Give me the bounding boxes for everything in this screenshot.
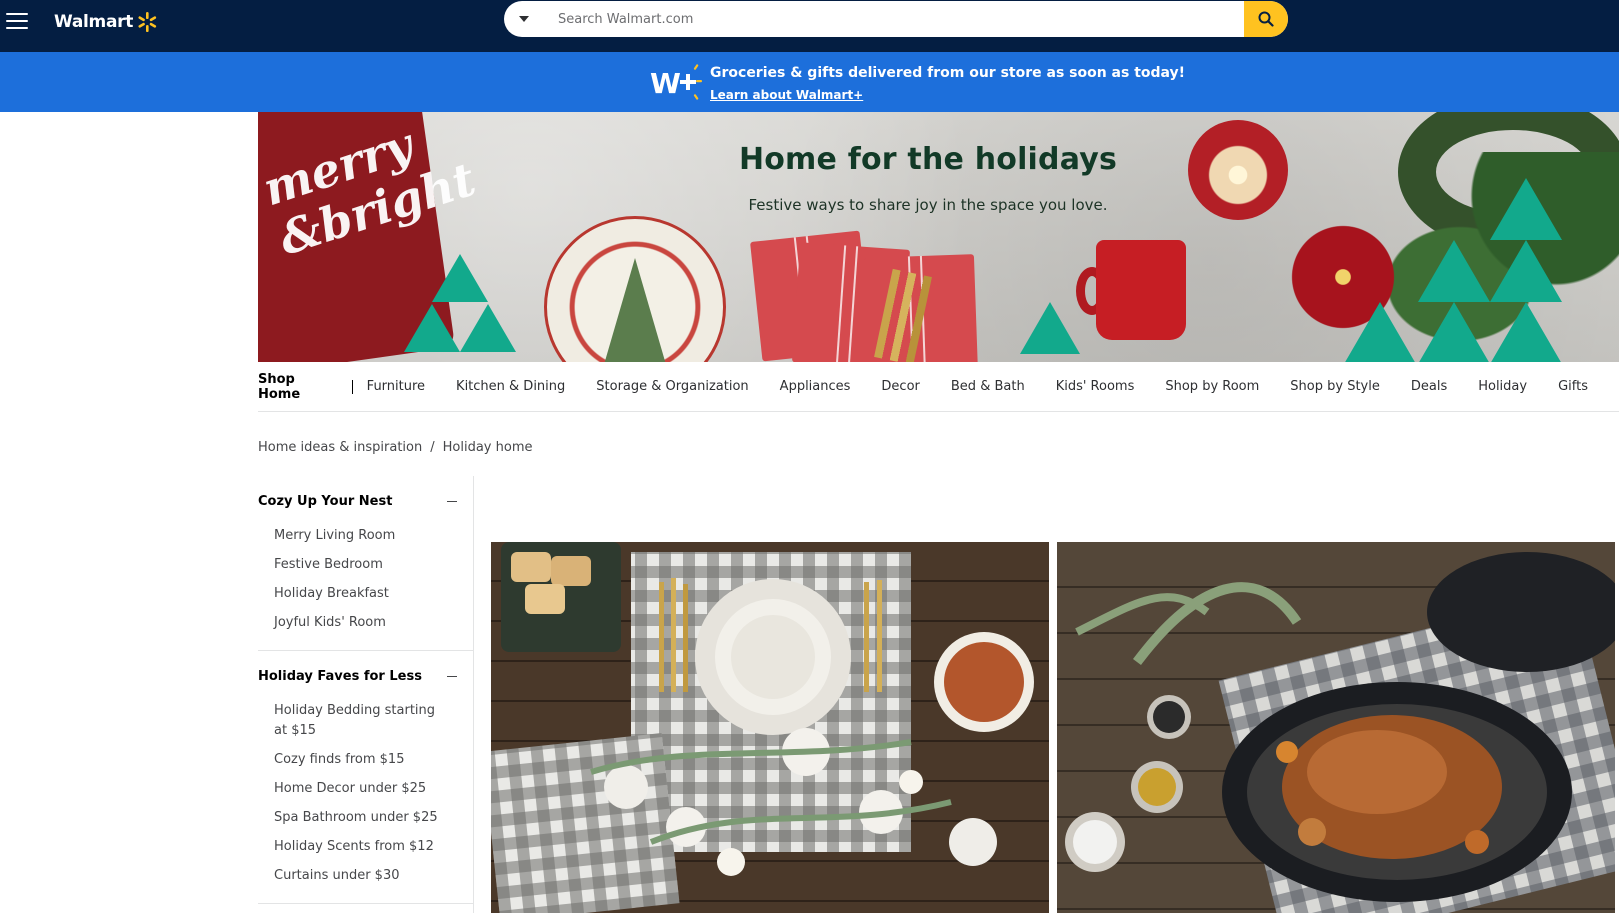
table-setting-illustration <box>491 542 1049 913</box>
section-title: Cozy Up Your Nest <box>258 493 393 509</box>
walmart-plus-banner: W Groceries & gifts delivered from our s… <box>0 52 1619 112</box>
teal-triangle-decoration <box>1490 302 1562 362</box>
search-icon <box>1258 11 1274 27</box>
nav-shop-home[interactable]: Shop Home <box>258 372 338 402</box>
sidebar-link-home-decor[interactable]: Home Decor under $25 <box>274 779 473 799</box>
menu-icon[interactable] <box>6 10 28 32</box>
teal-triangle-decoration <box>1344 302 1416 362</box>
nav-divider <box>351 379 353 394</box>
category-nav: Shop Home Furniture Kitchen & Dining Sto… <box>258 362 1619 412</box>
nav-item-shop-by-room[interactable]: Shop by Room <box>1165 379 1259 394</box>
nav-item-decor[interactable]: Decor <box>881 379 919 394</box>
candle-image <box>1188 120 1288 220</box>
nav-item-kids-rooms[interactable]: Kids' Rooms <box>1056 379 1135 394</box>
breadcrumb-home-ideas[interactable]: Home ideas & inspiration <box>258 440 422 455</box>
teal-triangle-decoration <box>1418 302 1490 362</box>
nav-item-gifts[interactable]: Gifts <box>1558 379 1588 394</box>
nav-item-holiday[interactable]: Holiday <box>1478 379 1527 394</box>
search-input[interactable] <box>544 1 1244 37</box>
teal-triangle-decoration <box>1490 178 1562 240</box>
napkins-image <box>716 230 979 362</box>
mug-image <box>1096 240 1186 340</box>
collapse-icon[interactable] <box>447 675 457 677</box>
teal-triangle-decoration <box>460 304 516 352</box>
sidebar: Cozy Up Your Nest Merry Living Room Fest… <box>258 476 474 913</box>
nav-item-storage-organization[interactable]: Storage & Organization <box>596 379 748 394</box>
section-list: Holiday Bedding starting at $15 Cozy fin… <box>258 701 473 904</box>
sidebar-link-festive-bedroom[interactable]: Festive Bedroom <box>274 555 473 575</box>
breadcrumb-separator: / <box>430 440 435 455</box>
nav-item-furniture[interactable]: Furniture <box>367 379 425 394</box>
sidebar-link-merry-living-room[interactable]: Merry Living Room <box>274 526 473 546</box>
department-dropdown[interactable] <box>504 1 544 37</box>
hero-subtitle: Festive ways to share joy in the space y… <box>748 196 1108 214</box>
roast-turkey-illustration <box>1057 542 1615 913</box>
sidebar-link-joyful-kids-room[interactable]: Joyful Kids' Room <box>274 613 473 633</box>
svg-text:W: W <box>650 67 681 100</box>
teal-triangle-decoration <box>1020 302 1080 354</box>
walmart-logo[interactable]: Walmart <box>54 11 158 33</box>
sidebar-link-holiday-bedding[interactable]: Holiday Bedding starting at $15 <box>274 701 473 741</box>
roast-turkey-image[interactable] <box>1057 542 1615 913</box>
section-list: Merry Living Room Festive Bedroom Holida… <box>258 526 473 651</box>
logo-text: Walmart <box>54 12 134 32</box>
sidebar-link-cozy-finds[interactable]: Cozy finds from $15 <box>274 750 473 770</box>
nav-item-kitchen-dining[interactable]: Kitchen & Dining <box>456 379 565 394</box>
search-button[interactable] <box>1244 1 1288 37</box>
caret-down-icon <box>519 16 529 22</box>
teal-triangle-decoration <box>404 304 460 352</box>
sidebar-link-curtains[interactable]: Curtains under $30 <box>274 866 473 886</box>
holiday-table-setting-image[interactable] <box>491 542 1049 913</box>
sidebar-link-holiday-breakfast[interactable]: Holiday Breakfast <box>274 584 473 604</box>
sidebar-link-holiday-scents[interactable]: Holiday Scents from $12 <box>274 837 473 857</box>
teal-triangle-decoration <box>1490 240 1562 302</box>
breadcrumb: Home ideas & inspiration / Holiday home <box>258 440 532 455</box>
plus-banner-message: Groceries & gifts delivered from our sto… <box>710 65 1186 81</box>
plate-tree-image <box>603 258 667 362</box>
breadcrumb-holiday-home[interactable]: Holiday home <box>443 440 533 455</box>
teal-triangle-decoration <box>1418 240 1490 302</box>
learn-about-walmart-plus-link[interactable]: Learn about Walmart+ <box>710 88 863 102</box>
hero-banner[interactable]: merry &bright Home for the holidays Festi… <box>258 112 1619 362</box>
global-header: Walmart <box>0 0 1619 52</box>
section-toggle-holiday-faves[interactable]: Holiday Faves for Less <box>258 651 473 701</box>
teal-triangle-decoration <box>432 254 488 302</box>
nav-item-shop-by-style[interactable]: Shop by Style <box>1290 379 1380 394</box>
spark-icon <box>138 12 157 32</box>
section-title: Holiday Faves for Less <box>258 668 422 684</box>
nav-item-deals[interactable]: Deals <box>1411 379 1447 394</box>
nav-item-bed-bath[interactable]: Bed & Bath <box>951 379 1025 394</box>
section-toggle-cozy-up-your-nest[interactable]: Cozy Up Your Nest <box>258 476 473 526</box>
search-bar <box>504 1 1288 37</box>
walmart-plus-logo: W <box>650 64 702 100</box>
hero-title: Home for the holidays <box>738 142 1118 177</box>
collapse-icon[interactable] <box>447 500 457 502</box>
nav-item-appliances[interactable]: Appliances <box>780 379 851 394</box>
sidebar-link-spa-bathroom[interactable]: Spa Bathroom under $25 <box>274 808 473 828</box>
